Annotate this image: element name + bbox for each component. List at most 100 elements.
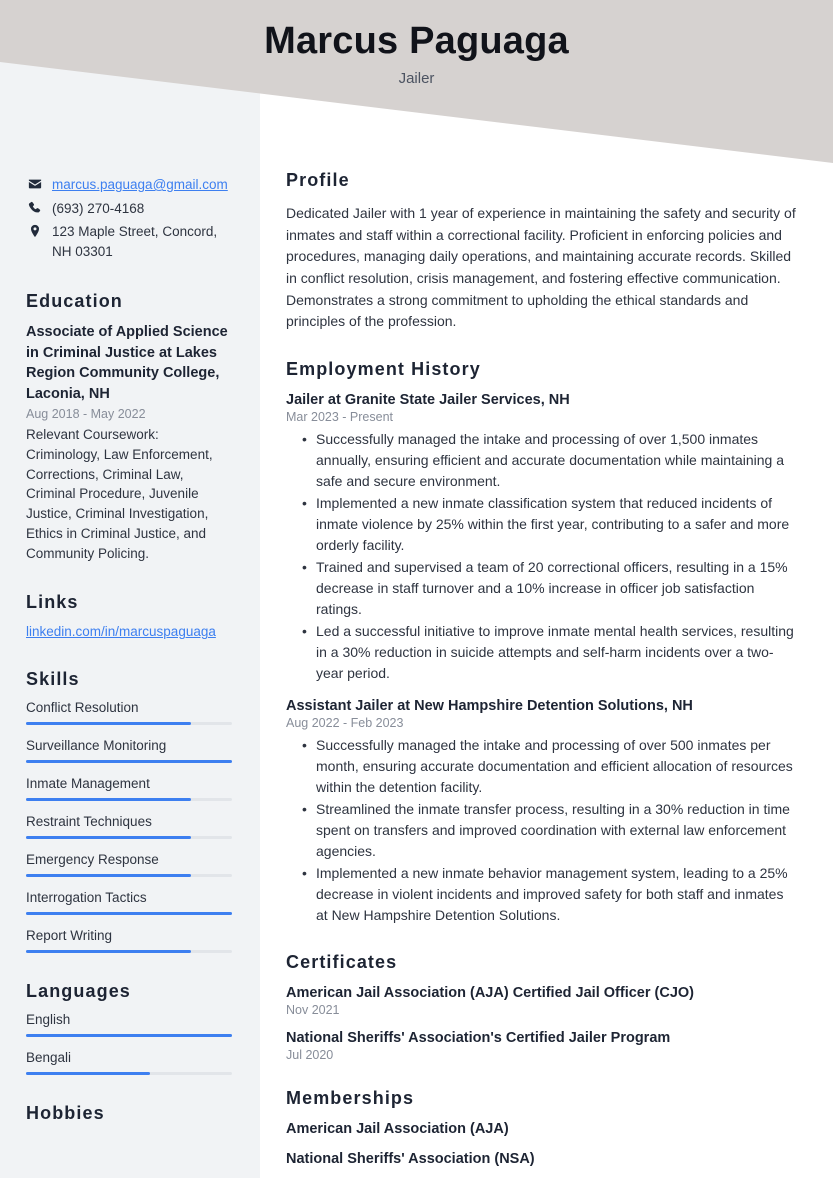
profile-link[interactable]: linkedin.com/in/marcuspaguaga xyxy=(26,624,216,639)
languages-heading: Languages xyxy=(26,981,131,1002)
certificate-item-title: American Jail Association (AJA) Certifie… xyxy=(286,985,694,1002)
skill-label: Restraint Techniques xyxy=(26,814,152,830)
contact-value[interactable]: marcus.paguaga@gmail.com xyxy=(52,175,232,195)
contact-list: marcus.paguaga@gmail.com (693) 270-4168 12… xyxy=(26,175,232,261)
education-items: Associate of Applied Science in Criminal… xyxy=(26,322,232,564)
profile-text: Dedicated Jailer with 1 year of experien… xyxy=(286,205,796,330)
candidate-role: Jailer xyxy=(398,69,435,87)
membership-item: National Sheriffs' Association (NSA) xyxy=(286,1151,535,1168)
skill-bar xyxy=(26,874,232,878)
employment-item-bullets: Successfully managed the intake and proc… xyxy=(286,735,798,926)
skill-label: Surveillance Monitoring xyxy=(26,738,167,754)
candidate-name: Marcus Paguaga xyxy=(264,20,569,62)
education-heading: Education xyxy=(26,291,123,312)
skill-label: Conflict Resolution xyxy=(26,700,139,716)
education-item-title: Associate of Applied Science in Criminal… xyxy=(26,324,228,402)
language-bar-fill xyxy=(26,1072,150,1076)
employment-bullet: Successfully managed the intake and proc… xyxy=(302,429,798,492)
language-bar-fill xyxy=(26,1034,232,1038)
employment-bullet: Trained and supervised a team of 20 corr… xyxy=(302,557,798,620)
contact-row: 123 Maple Street, Concord, NH 03301 xyxy=(26,222,232,261)
skill-bar-fill xyxy=(26,798,191,802)
skill-bar-fill xyxy=(26,874,191,878)
certificate-item-date: Jul 2020 xyxy=(286,1048,334,1063)
language: Bengali xyxy=(26,1050,232,1076)
skill-bar-fill xyxy=(26,722,191,726)
hobbies-heading: Hobbies xyxy=(26,1103,105,1124)
phone-icon xyxy=(26,199,44,215)
employment-bullet: Led a successful initiative to improve i… xyxy=(302,621,798,684)
skill: Surveillance Monitoring xyxy=(26,738,232,764)
skill-label: Report Writing xyxy=(26,928,113,944)
skills-heading: Skills xyxy=(26,669,80,690)
education-section: Education Associate of Applied Science i… xyxy=(26,291,232,564)
certificate-item-date: Nov 2021 xyxy=(286,1003,340,1018)
skill-bar xyxy=(26,760,232,764)
skills-section: Skills Conflict Resolution Surveillance M… xyxy=(26,669,232,954)
membership-item: American Jail Association (AJA) xyxy=(286,1121,509,1138)
skill-bar-fill xyxy=(26,836,191,840)
employment-item-date: Aug 2022 - Feb 2023 xyxy=(286,716,404,731)
language-bar xyxy=(26,1034,232,1038)
employment-heading: Employment History xyxy=(286,359,481,380)
resume-page: marcus.paguaga@gmail.com (693) 270-4168 12… xyxy=(0,0,833,1178)
skill-bar-fill xyxy=(26,950,191,954)
profile-section: Profile Dedicated Jailer with 1 year of … xyxy=(286,170,798,333)
contact-value: 123 Maple Street, Concord, NH 03301 xyxy=(52,224,218,259)
certificates-heading: Certificates xyxy=(286,952,398,973)
skill-bar xyxy=(26,950,232,954)
skill: Conflict Resolution xyxy=(26,700,232,726)
skill-label: Inmate Management xyxy=(26,776,150,792)
languages-section: Languages English Bengali xyxy=(26,981,232,1076)
certificate-item: National Sheriffs' Association's Certifi… xyxy=(286,1030,798,1062)
resume-columns: marcus.paguaga@gmail.com (693) 270-4168 12… xyxy=(0,0,833,1178)
employment-items: Jailer at Granite State Jailer Services,… xyxy=(286,392,798,926)
employment-bullet: Successfully managed the intake and proc… xyxy=(302,735,798,798)
employment-item-title: Jailer at Granite State Jailer Services,… xyxy=(286,392,570,409)
memberships-items: American Jail Association (AJA) National … xyxy=(286,1121,798,1167)
skill: Inmate Management xyxy=(26,776,232,802)
skill: Interrogation Tactics xyxy=(26,890,232,916)
contact-value: (693) 270-4168 xyxy=(52,200,145,216)
employment-item: Jailer at Granite State Jailer Services,… xyxy=(286,392,798,684)
contact-row: (693) 270-4168 xyxy=(26,199,232,219)
hobbies-section: Hobbies xyxy=(26,1103,232,1124)
skill: Emergency Response xyxy=(26,852,232,878)
language-label: Bengali xyxy=(26,1050,72,1066)
skill-bar xyxy=(26,836,232,840)
language-bar xyxy=(26,1072,232,1076)
contact-email-link[interactable]: marcus.paguaga@gmail.com xyxy=(52,177,228,192)
sidebar: marcus.paguaga@gmail.com (693) 270-4168 12… xyxy=(0,0,260,1152)
education-item-date: Aug 2018 - May 2022 xyxy=(26,406,146,421)
location-pin-icon xyxy=(26,222,44,238)
certificates-section: Certificates American Jail Association (… xyxy=(286,952,798,1062)
skills-items: Conflict Resolution Surveillance Monitori… xyxy=(26,700,232,954)
skill-label: Emergency Response xyxy=(26,852,159,868)
envelope-icon xyxy=(26,175,44,191)
memberships-section: Memberships American Jail Association (A… xyxy=(286,1088,798,1167)
education-item-description: Relevant Coursework: Criminology, Law En… xyxy=(26,426,213,562)
employment-item-date: Mar 2023 - Present xyxy=(286,410,393,425)
employment-bullet: Implemented a new inmate classification … xyxy=(302,493,798,556)
skill-bar xyxy=(26,912,232,916)
employment-bullet: Implemented a new inmate behavior manage… xyxy=(302,863,798,926)
employment-bullet: Streamlined the inmate transfer process,… xyxy=(302,799,798,862)
employment-item: Assistant Jailer at New Hampshire Detent… xyxy=(286,698,798,926)
skill-bar xyxy=(26,798,232,802)
skill-bar xyxy=(26,722,232,726)
languages-items: English Bengali xyxy=(26,1012,232,1076)
employment-item-bullets: Successfully managed the intake and proc… xyxy=(286,429,798,684)
employment-item-title: Assistant Jailer at New Hampshire Detent… xyxy=(286,698,693,715)
skill: Report Writing xyxy=(26,928,232,954)
links-items: linkedin.com/in/marcuspaguaga xyxy=(26,623,232,641)
skill-bar-fill xyxy=(26,912,232,916)
main-column: Profile Dedicated Jailer with 1 year of … xyxy=(260,0,833,1178)
language: English xyxy=(26,1012,232,1038)
memberships-heading: Memberships xyxy=(286,1088,415,1109)
skill: Restraint Techniques xyxy=(26,814,232,840)
skill-label: Interrogation Tactics xyxy=(26,890,147,906)
language-label: English xyxy=(26,1012,71,1028)
skill-bar-fill xyxy=(26,760,232,764)
education-item: Associate of Applied Science in Criminal… xyxy=(26,322,232,564)
profile-heading: Profile xyxy=(286,170,350,190)
